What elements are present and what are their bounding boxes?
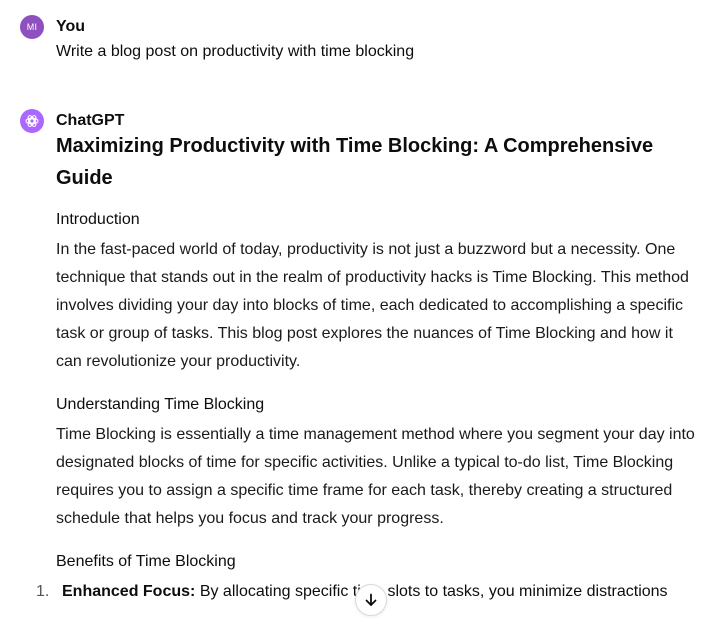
- blog-title: Maximizing Productivity with Time Blocki…: [56, 135, 654, 189]
- list-item-label: Enhanced Focus:: [62, 583, 196, 600]
- scroll-to-bottom-button[interactable]: [355, 584, 387, 616]
- user-avatar: MI: [20, 15, 44, 39]
- user-avatar-initials: MI: [26, 22, 38, 32]
- list-item-text: By allocating specific time slots to tas…: [199, 583, 668, 600]
- section-heading-understanding: Understanding Time Blocking: [56, 396, 265, 413]
- openai-logo-icon: [20, 109, 44, 133]
- user-author-name: You: [56, 18, 86, 35]
- user-message-text: Write a blog post on productivity with t…: [56, 43, 415, 60]
- section-body-introduction: In the fast-paced world of today, produc…: [56, 241, 689, 370]
- section-heading-introduction: Introduction: [56, 211, 140, 228]
- section-body-understanding: Time Blocking is essentially a time mana…: [56, 426, 695, 527]
- arrow-down-icon: [365, 593, 377, 606]
- section-heading-benefits: Benefits of Time Blocking: [56, 553, 236, 570]
- assistant-message-content: Maximizing Productivity with Time Blocki…: [36, 134, 695, 606]
- assistant-author-name: ChatGPT: [56, 112, 125, 129]
- list-item-number: 1.: [36, 583, 50, 600]
